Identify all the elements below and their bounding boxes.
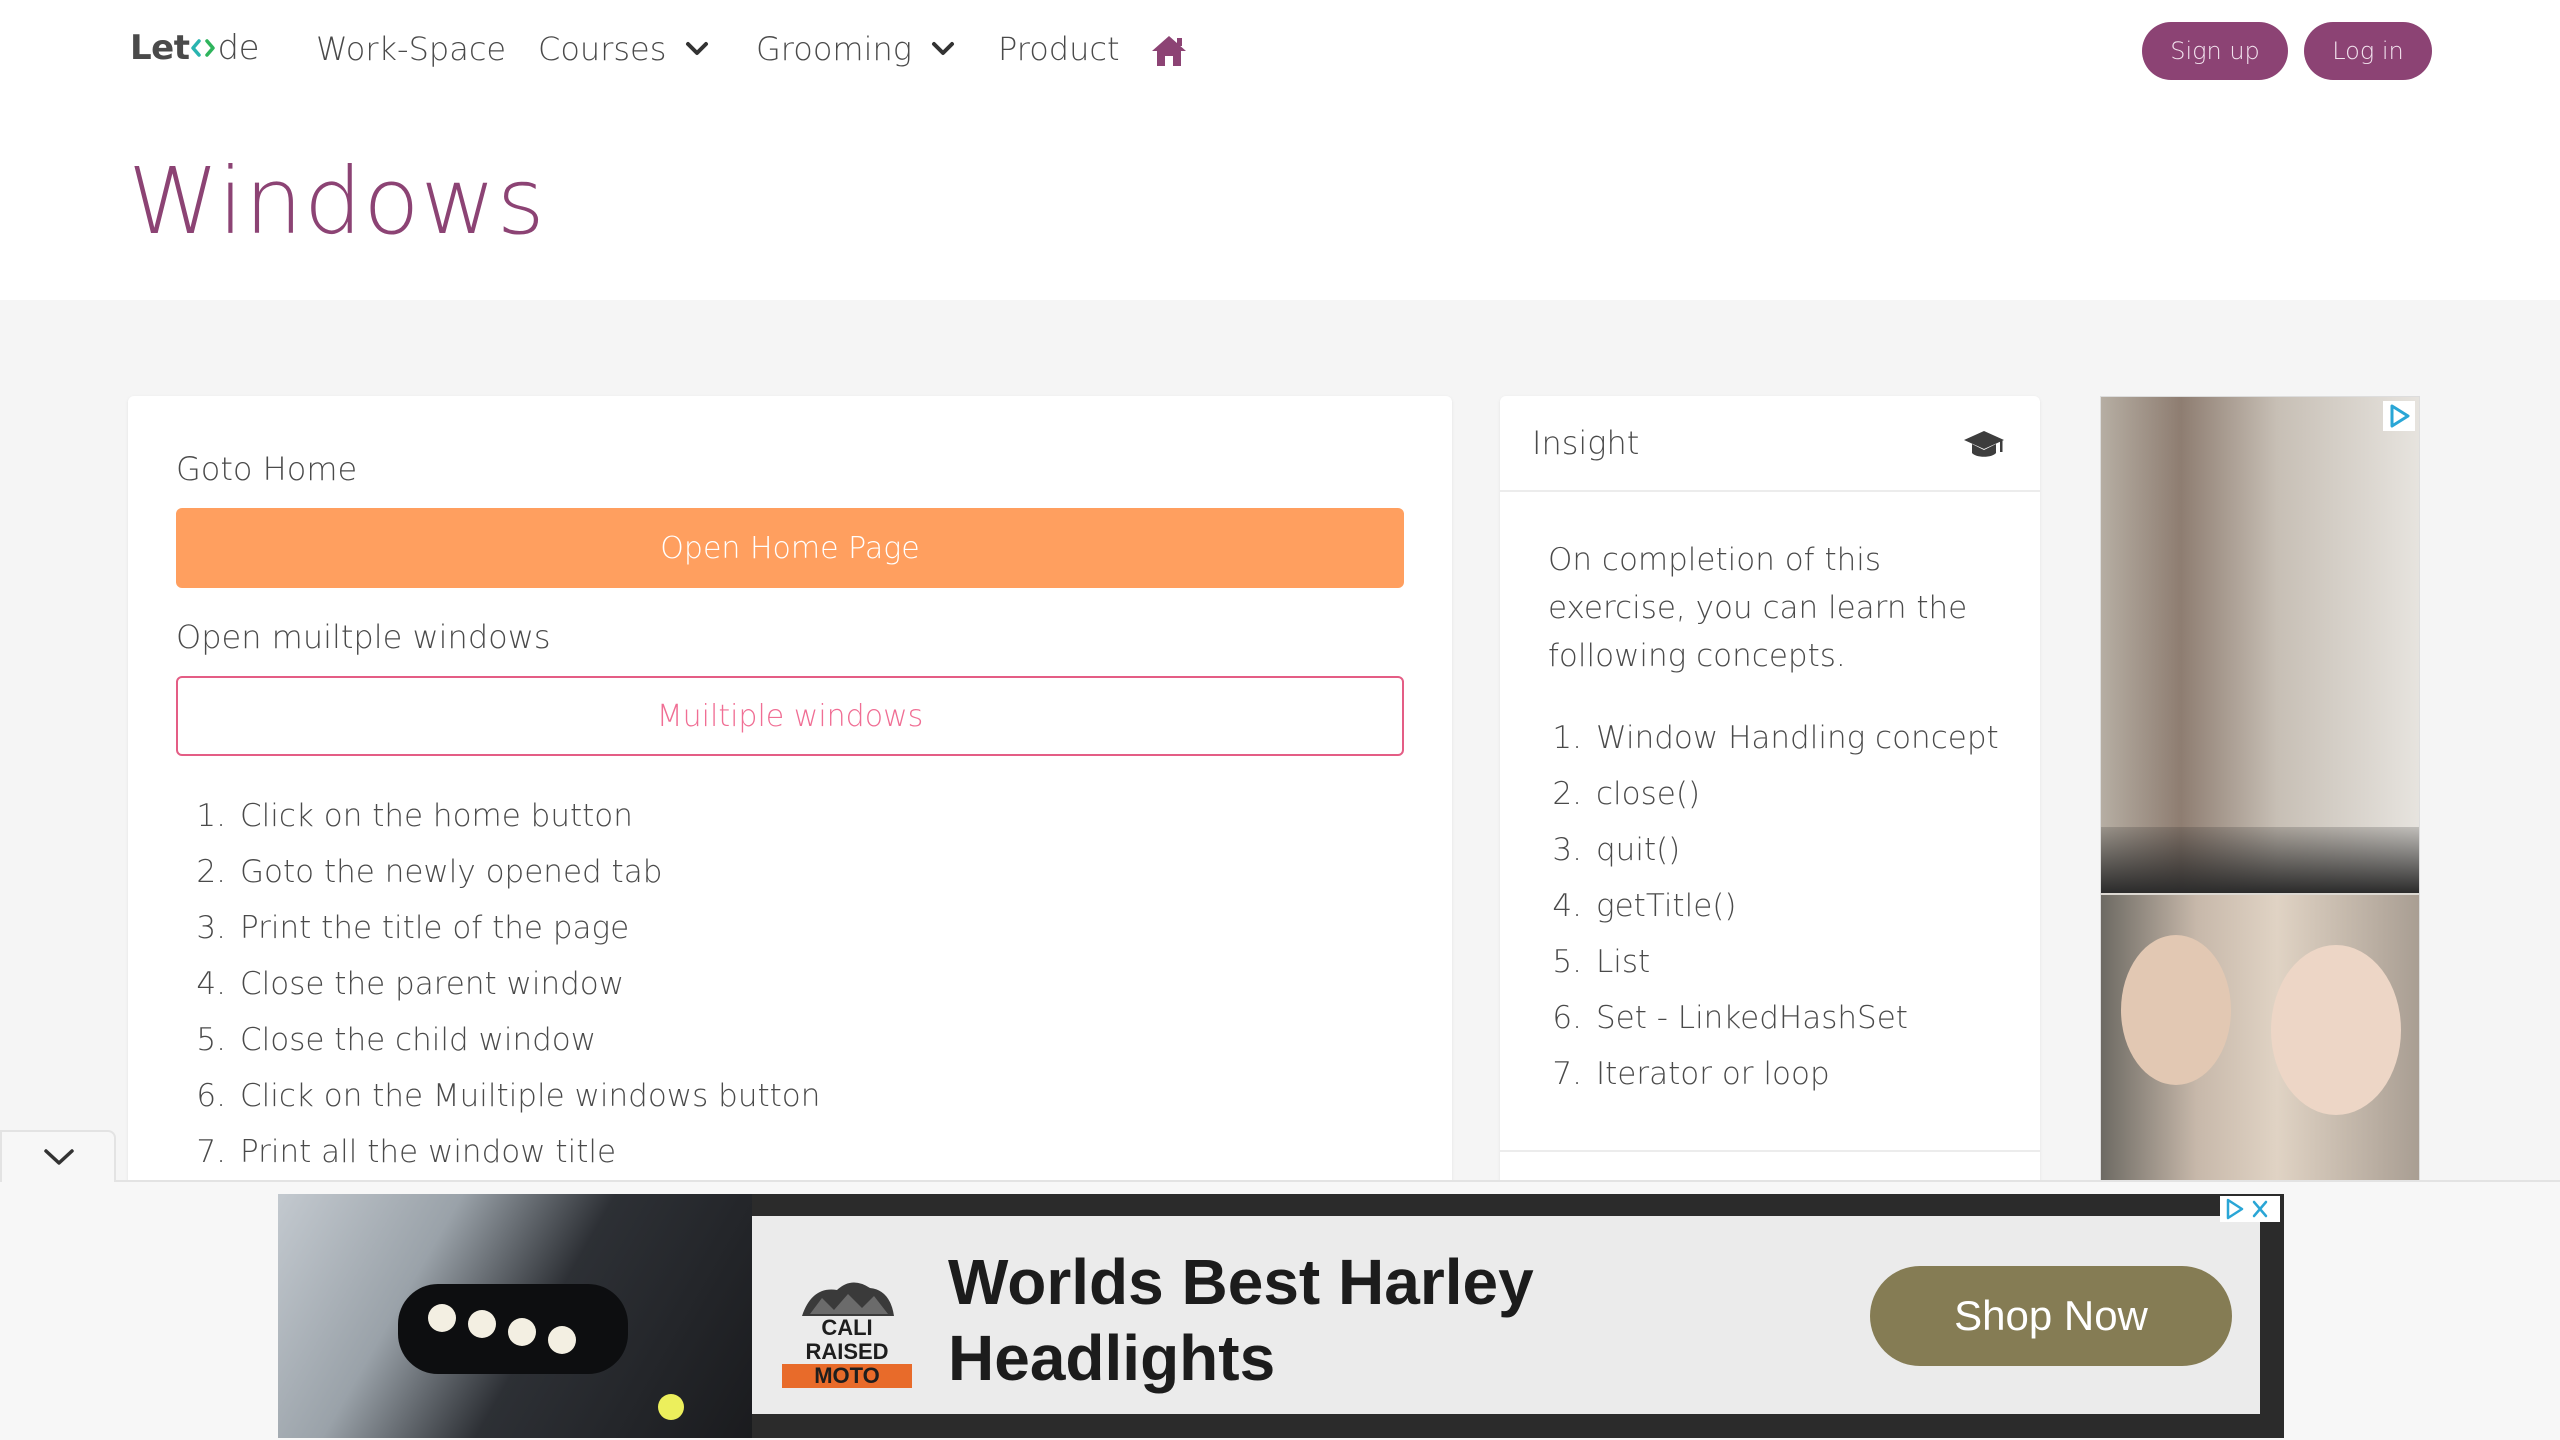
side-advertisement[interactable] <box>2100 396 2420 1196</box>
nav-courses-label: Courses <box>538 30 667 68</box>
nav-product-label: Product <box>998 30 1120 68</box>
nav-workspace[interactable]: Work-Space <box>316 30 506 68</box>
nav-workspace-label: Work-Space <box>316 30 507 68</box>
brand-logo[interactable]: Let de <box>130 28 259 68</box>
ad-face-left <box>2121 935 2231 1085</box>
insight-title: Insight <box>1532 424 1640 462</box>
list-item: 4. getTitle() <box>1552 888 1737 924</box>
list-item: 2. close() <box>1552 776 1701 812</box>
nav-grooming-dropdown[interactable]: Grooming <box>756 30 958 68</box>
exercise-card: Goto Home Open Home Page Open muiltple w… <box>128 396 1452 1196</box>
home-icon[interactable] <box>1150 34 1188 68</box>
ad-face-right <box>2271 945 2401 1115</box>
list-item: 6. Set - LinkedHashSet <box>1552 1000 1908 1036</box>
ad-close-icon[interactable] <box>2220 1196 2280 1222</box>
shop-now-button[interactable]: Shop Now <box>1870 1266 2232 1366</box>
nav-grooming-label: Grooming <box>756 30 912 68</box>
bottom-advertisement[interactable]: CALI RAISED MOTO Worlds Best Harley Head… <box>278 1194 2284 1438</box>
ad-headline: Worlds Best Harley Headlights <box>948 1246 1534 1394</box>
multiple-windows-button[interactable]: Muiltiple windows <box>176 676 1404 756</box>
list-item: 3. Print the title of the page <box>196 910 630 946</box>
brand-text-left: Let <box>130 28 190 68</box>
open-home-page-button[interactable]: Open Home Page <box>176 508 1404 588</box>
steps-list: 1. Click on the home button 2. Goto the ne… <box>176 788 820 1180</box>
goto-home-label: Goto Home <box>176 450 358 488</box>
concepts-list: 1. Window Handling concept 2. close() 3. qu… <box>1532 710 1999 1102</box>
ad-motorcycle-photo <box>278 1194 752 1438</box>
list-item: 2. Goto the newly opened tab <box>196 854 663 890</box>
chevron-down-icon <box>686 42 709 55</box>
ad-logo-text: CALI RAISED MOTO <box>782 1316 912 1388</box>
chevron-down-icon <box>44 1149 74 1165</box>
list-item: 6. Click on the Muiltiple windows button <box>196 1078 821 1114</box>
open-multiple-label: Open muiltple windows <box>176 618 551 656</box>
insight-divider <box>1500 1150 2040 1152</box>
login-button[interactable]: Log in <box>2304 22 2432 80</box>
navbar: Let de Work-Space Courses Grooming Produ… <box>0 0 2560 104</box>
ad-photo-top <box>2101 397 2419 893</box>
graduation-cap-icon <box>1964 431 2004 457</box>
nav-courses-dropdown[interactable]: Courses <box>538 30 712 68</box>
signup-button[interactable]: Sign up <box>2142 22 2288 80</box>
ad-photo-top-shadow <box>2101 827 2419 893</box>
header-area: Let de Work-Space Courses Grooming Produ… <box>0 0 2560 300</box>
insight-description: On completion of this exercise, you can … <box>1548 542 1968 674</box>
list-item: 5. Close the child window <box>196 1022 597 1058</box>
insight-header: Insight <box>1500 396 2040 492</box>
list-item: 7. Print all the window title <box>196 1134 617 1170</box>
ad-photo-bottom <box>2101 895 2419 1195</box>
list-item: 4. Close the parent window <box>196 966 625 1002</box>
list-item: 1. Window Handling concept <box>1552 720 1999 756</box>
list-item: 3. quit() <box>1552 832 1681 868</box>
list-item: 1. Click on the home button <box>196 798 633 834</box>
nav-product[interactable]: Product <box>998 30 1120 68</box>
chevron-down-icon <box>931 42 954 55</box>
brand-text-right: de <box>217 28 259 68</box>
insight-card: Insight On completion of this exercise, … <box>1500 396 2040 1196</box>
list-item: 5. List <box>1552 944 1651 980</box>
list-item: 7. Iterator or loop <box>1552 1056 1830 1092</box>
ad-collapse-toggle[interactable] <box>0 1130 116 1182</box>
page-title: Windows <box>128 148 546 255</box>
letcode-code-icon <box>191 39 216 57</box>
ad-choices-icon[interactable] <box>2383 401 2415 431</box>
ad-content: CALI RAISED MOTO Worlds Best Harley Head… <box>752 1216 2260 1414</box>
